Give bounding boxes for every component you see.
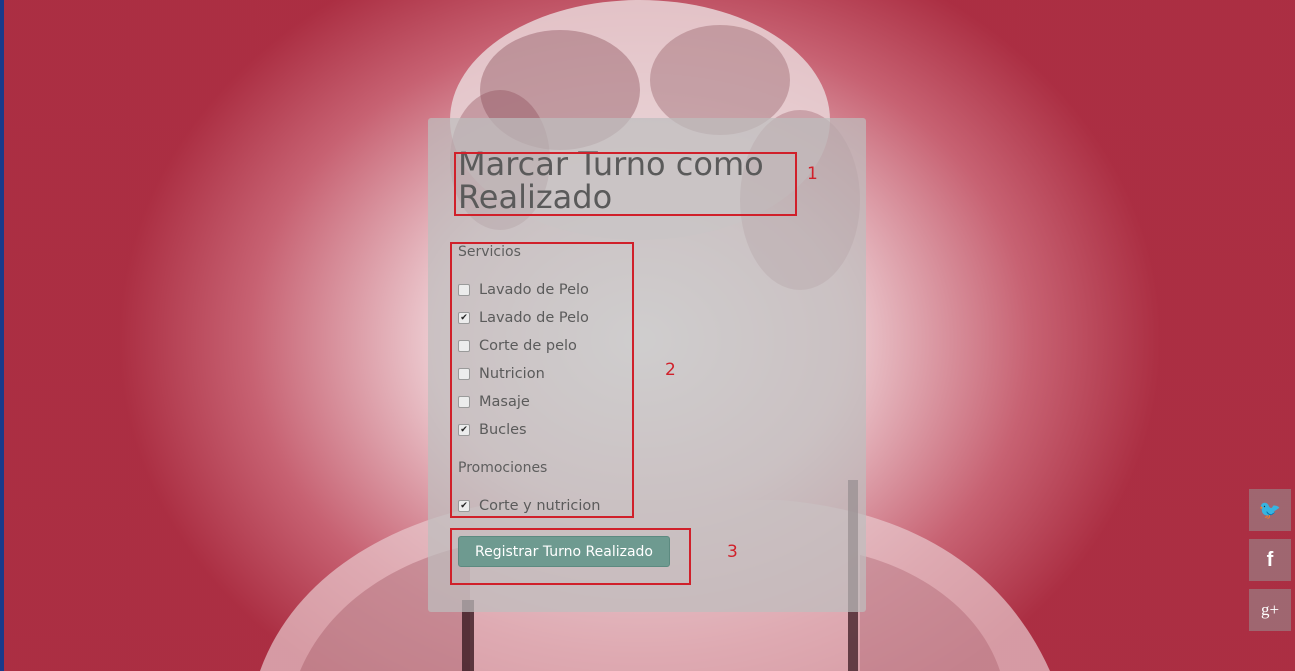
annotation-box-1: [454, 152, 797, 216]
annotation-number-1: 1: [807, 164, 818, 184]
twitter-icon[interactable]: 🐦: [1249, 489, 1291, 531]
annotation-box-2: [450, 242, 634, 518]
annotation-number-2: 2: [665, 360, 676, 380]
annotation-number-3: 3: [727, 542, 738, 562]
annotation-box-3: [450, 528, 691, 585]
google-plus-icon[interactable]: g+: [1249, 589, 1291, 631]
facebook-icon[interactable]: f: [1249, 539, 1291, 581]
